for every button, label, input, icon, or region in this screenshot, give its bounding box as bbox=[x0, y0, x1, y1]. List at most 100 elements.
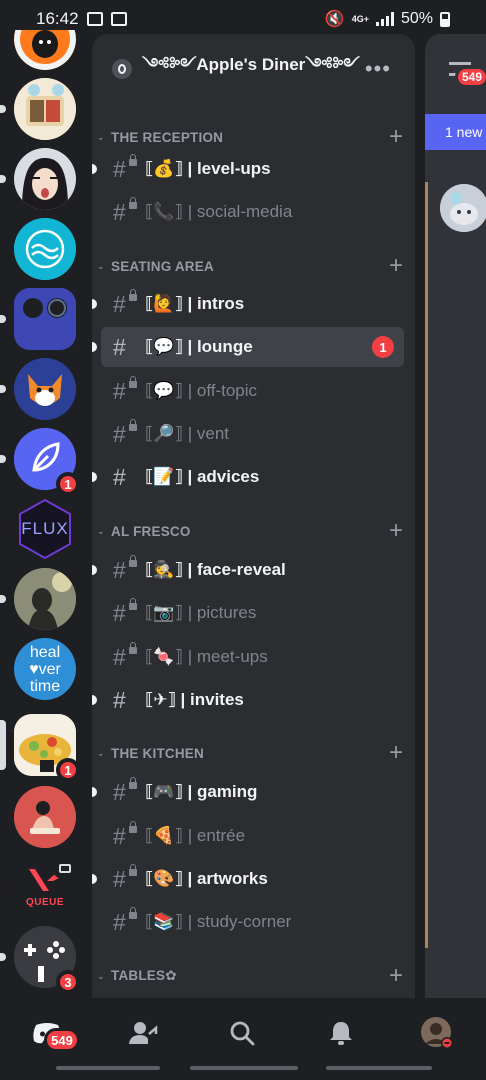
add-channel-button[interactable]: + bbox=[389, 519, 403, 543]
system-nav-back[interactable] bbox=[56, 1066, 160, 1070]
guild-13-label: QUEUE bbox=[25, 896, 65, 908]
lock-icon bbox=[129, 777, 137, 789]
guild-unread-pip bbox=[0, 105, 6, 113]
text-channel-icon: # bbox=[113, 290, 126, 317]
lock-icon bbox=[129, 907, 137, 919]
guild-9[interactable] bbox=[0, 568, 76, 630]
guild-8-avatar: FLUX bbox=[14, 498, 76, 560]
mute-icon: 🔇 bbox=[324, 11, 345, 28]
channel-name: ⟦🎮⟧ | gaming bbox=[145, 782, 258, 801]
channel-vent[interactable]: # ⟦🔎⟧ | vent bbox=[101, 414, 404, 454]
category-label: SEATING AREA bbox=[111, 258, 214, 274]
status-left: 16:42 bbox=[36, 9, 127, 29]
chevron-down-icon: ⌄ bbox=[97, 970, 105, 981]
tab-search[interactable] bbox=[225, 1018, 259, 1048]
guild-6[interactable] bbox=[0, 358, 76, 420]
chat-panel-peek[interactable]: 549 1 new bbox=[425, 34, 486, 998]
guild-unread-pip bbox=[0, 953, 6, 961]
new-messages-bar[interactable]: 1 new bbox=[425, 114, 486, 150]
server-header[interactable]: ༺༻Apple's Diner༺༻ ••• bbox=[92, 34, 415, 104]
guild-11-selected[interactable]: 1 bbox=[0, 714, 80, 782]
lock-icon bbox=[129, 197, 137, 209]
guild-3[interactable] bbox=[0, 148, 76, 210]
category-label: AL FRESCO bbox=[111, 523, 191, 539]
battery-percent: 50% bbox=[400, 10, 433, 27]
category-the-kitchen[interactable]: ⌄ THE KITCHEN + bbox=[92, 740, 415, 766]
channel-gaming[interactable]: # ⟦🎮⟧ | gaming bbox=[92, 772, 404, 812]
add-channel-button[interactable]: + bbox=[389, 125, 403, 149]
category-label: TABLES✿ bbox=[111, 968, 177, 983]
lock-icon bbox=[129, 642, 137, 654]
channel-name: ⟦💬⟧ | lounge bbox=[145, 337, 253, 356]
network-type: 4G+ bbox=[351, 13, 369, 24]
server-list: 1 FLUX heal ♥ver time 1 QUEUE 3 bbox=[0, 30, 88, 998]
guild-folder-icon bbox=[14, 288, 76, 350]
channel-social-media[interactable]: # ⟦📞⟧ | social-media bbox=[101, 192, 404, 232]
guild-8[interactable]: FLUX bbox=[14, 498, 76, 560]
more-options-button[interactable]: ••• bbox=[365, 56, 391, 82]
channel-entree[interactable]: # ⟦🍕⟧ | entrée bbox=[101, 816, 404, 856]
channel-name: ⟦🎨⟧ | artworks bbox=[145, 869, 268, 888]
lock-icon bbox=[129, 821, 137, 833]
category-al-fresco[interactable]: ⌄ AL FRESCO + bbox=[92, 518, 415, 544]
channel-lounge[interactable]: # ⟦💬⟧ | lounge 1 bbox=[92, 327, 404, 367]
category-tables[interactable]: ⌄ TABLES✿ + bbox=[92, 963, 415, 989]
channel-advices[interactable]: # ⟦📝⟧ | advices bbox=[92, 457, 404, 497]
bell-icon bbox=[330, 1022, 352, 1045]
text-channel-icon: # bbox=[113, 556, 126, 583]
add-channel-button[interactable]: + bbox=[389, 254, 403, 278]
guild-10[interactable]: heal ♥ver time bbox=[14, 638, 76, 700]
chevron-down-icon: ⌄ bbox=[97, 525, 105, 536]
guild-10-avatar: heal ♥ver time bbox=[14, 638, 76, 700]
channel-name: ⟦✈⟧ | invites bbox=[145, 690, 244, 709]
channel-intros[interactable]: # ⟦🙋⟧ | intros bbox=[92, 284, 404, 324]
guild-10-line-3: time bbox=[29, 677, 61, 695]
guild-unread-pip bbox=[0, 175, 6, 183]
guild-4-avatar bbox=[14, 218, 76, 280]
system-nav-home[interactable] bbox=[190, 1066, 298, 1070]
guild-13[interactable]: QUEUE bbox=[14, 856, 76, 918]
guild-4[interactable] bbox=[14, 218, 76, 280]
channel-meet-ups[interactable]: # ⟦🍬⟧ | meet-ups bbox=[101, 637, 404, 677]
gallery-icon bbox=[86, 12, 103, 26]
status-right: 🔇 4G+ 50% bbox=[325, 9, 450, 29]
channel-invites[interactable]: # ⟦✈⟧ | invites bbox=[92, 680, 404, 720]
channel-artworks[interactable]: # ⟦🎨⟧ | artworks bbox=[92, 859, 404, 899]
bottom-tab-bar: 549 bbox=[0, 998, 486, 1080]
inbox-badge: 549 bbox=[455, 66, 486, 88]
channel-study-corner[interactable]: # ⟦📚⟧ | study-corner bbox=[101, 902, 404, 942]
search-icon bbox=[230, 1021, 255, 1046]
unread-dot bbox=[92, 299, 97, 309]
home-notification-badge: 549 bbox=[44, 1028, 80, 1052]
text-channel-icon: # bbox=[113, 377, 126, 404]
guild-12[interactable] bbox=[14, 786, 76, 848]
server-boost-icon bbox=[112, 59, 132, 79]
text-channel-icon: # bbox=[113, 463, 126, 490]
message-author-avatar[interactable] bbox=[440, 184, 486, 232]
guild-2[interactable] bbox=[0, 78, 76, 140]
tab-notifications[interactable] bbox=[324, 1018, 358, 1048]
category-seating-area[interactable]: ⌄ SEATING AREA + bbox=[92, 253, 415, 279]
guild-5-folder[interactable] bbox=[0, 288, 76, 350]
tab-profile[interactable] bbox=[420, 1017, 454, 1049]
text-channel-icon: # bbox=[113, 599, 126, 626]
channel-face-reveal[interactable]: # ⟦🕵⟧ | face-reveal bbox=[92, 550, 404, 590]
guild-10-line-1: heal bbox=[29, 643, 61, 661]
channel-level-ups[interactable]: # ⟦💰⟧ | level-ups bbox=[92, 149, 404, 189]
text-channel-icon: # bbox=[113, 865, 126, 892]
guild-1[interactable] bbox=[14, 30, 76, 70]
guild-14[interactable]: 3 bbox=[0, 926, 80, 994]
chevron-down-icon: ⌄ bbox=[97, 131, 105, 142]
channel-pictures[interactable]: # ⟦📷⟧ | pictures bbox=[101, 593, 404, 633]
guild-mention-badge: 3 bbox=[56, 970, 80, 994]
channel-off-topic[interactable]: # ⟦💬⟧ | off-topic bbox=[101, 371, 404, 411]
add-channel-button[interactable]: + bbox=[389, 741, 403, 765]
add-channel-button[interactable]: + bbox=[389, 964, 403, 988]
system-nav-recents[interactable] bbox=[326, 1066, 432, 1070]
category-the-reception[interactable]: ⌄ THE RECEPTION + bbox=[92, 124, 415, 150]
grid-app-icon bbox=[110, 12, 127, 26]
lock-icon bbox=[129, 376, 137, 388]
guild-7[interactable]: 1 bbox=[0, 428, 80, 496]
tab-friends[interactable] bbox=[126, 1018, 160, 1048]
signal-icon bbox=[375, 12, 394, 26]
